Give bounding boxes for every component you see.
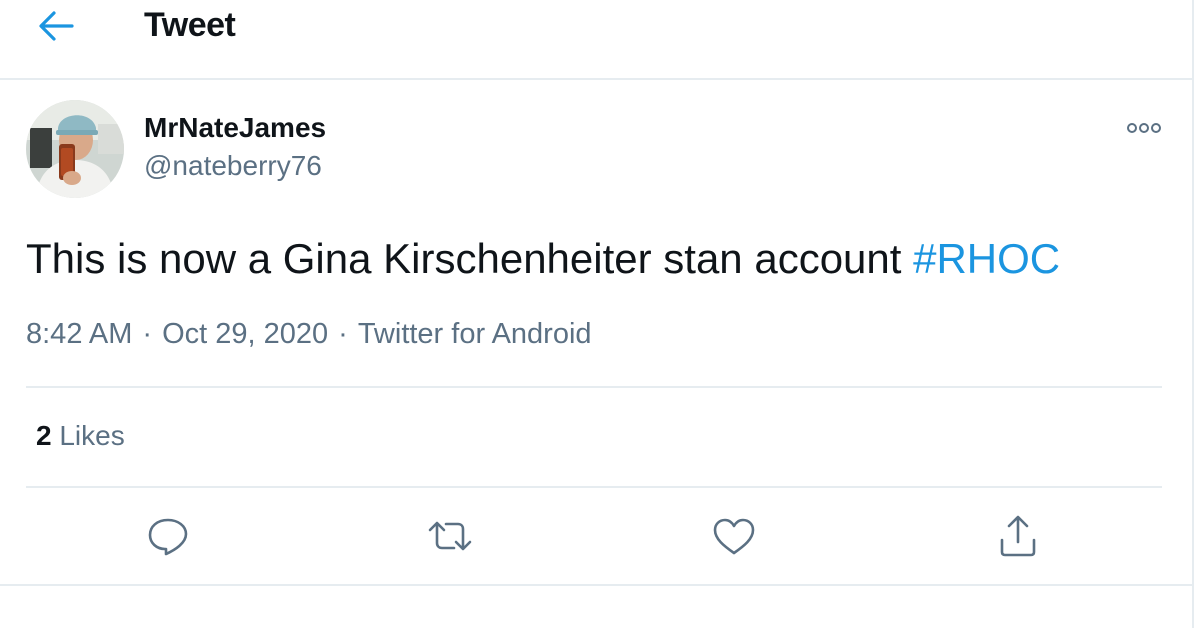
profile-photo (26, 100, 124, 198)
tweet-time[interactable]: 8:42 AM (26, 318, 132, 350)
tweet-source[interactable]: Twitter for Android (358, 318, 592, 350)
reply-button[interactable] (144, 512, 192, 560)
likes-label: Likes (59, 420, 125, 451)
column-border (1192, 0, 1194, 628)
author-display-name[interactable]: MrNateJames (144, 112, 326, 144)
tweet-body: This is now a Gina Kirschenheiter stan a… (26, 235, 902, 282)
reply-bubble-icon (148, 518, 188, 556)
page-title: Tweet (144, 6, 236, 44)
hashtag-link[interactable]: #RHOC (913, 235, 1060, 282)
author-handle[interactable]: @nateberry76 (144, 150, 322, 182)
divider (26, 486, 1162, 488)
share-icon (1000, 515, 1036, 557)
tweet-page: Tweet MrNateJames @nateberry76 This is n… (0, 0, 1200, 628)
tweet-date[interactable]: Oct 29, 2020 (162, 318, 328, 350)
tweet-metadata: 8:42 AM · Oct 29, 2020 · Twitter for Android (26, 318, 592, 351)
more-options-icon (1127, 123, 1161, 133)
likes-count: 2 (36, 420, 52, 451)
more-options-button[interactable] (1124, 116, 1164, 140)
likes-stat[interactable]: 2 Likes (36, 420, 125, 452)
avatar[interactable] (26, 100, 124, 198)
divider (0, 584, 1192, 586)
page-header: Tweet (0, 0, 1192, 80)
retweet-icon (428, 521, 472, 551)
heart-icon (713, 518, 755, 555)
tweet-text: This is now a Gina Kirschenheiter stan a… (26, 232, 1166, 286)
like-button[interactable] (710, 512, 758, 560)
back-button[interactable] (34, 8, 78, 44)
share-button[interactable] (994, 512, 1042, 560)
divider (26, 386, 1162, 388)
retweet-button[interactable] (426, 512, 474, 560)
meta-separator: · (142, 318, 153, 350)
arrow-left-icon (39, 11, 74, 41)
meta-separator: · (338, 318, 348, 350)
